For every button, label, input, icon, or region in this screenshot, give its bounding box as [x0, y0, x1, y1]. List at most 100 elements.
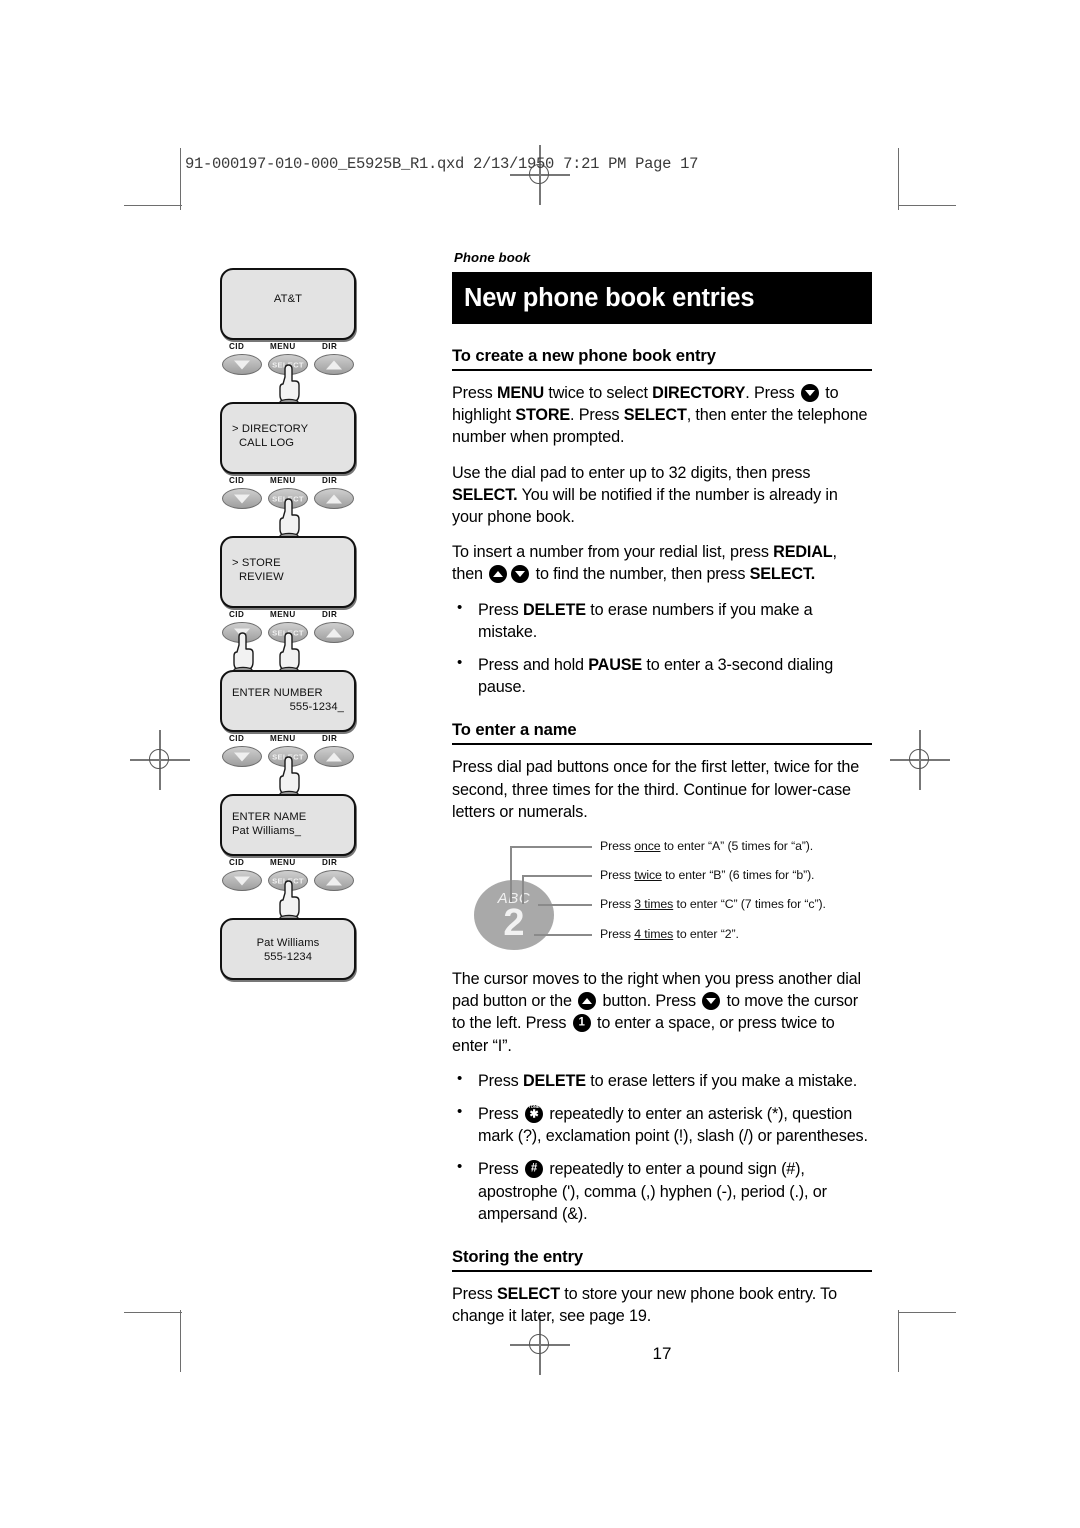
- button-label-menu: MENU: [270, 734, 296, 743]
- dir-button[interactable]: [314, 354, 354, 375]
- registration-mark-top: [510, 145, 570, 205]
- cid-button[interactable]: [222, 354, 262, 375]
- button-label-menu: MENU: [270, 476, 296, 485]
- list-item: Press DELETE to erase numbers if you mak…: [452, 598, 872, 643]
- key-store: STORE: [515, 406, 571, 425]
- paragraph-create-entry-steps: Press MENU twice to select DIRECTORY. Pr…: [452, 382, 872, 449]
- store-review-line-2: REVIEW: [239, 571, 284, 584]
- text-fragment: button. Press: [598, 992, 701, 1011]
- dir-button[interactable]: [314, 622, 354, 643]
- phone-screen-sequence: AT&T CID MENU DIR SELECT > DIRECTORY CAL…: [220, 268, 360, 980]
- pointing-hand-icon: [276, 880, 302, 922]
- key-select: SELECT: [623, 406, 687, 425]
- key-select: SELECT: [496, 1284, 560, 1303]
- button-row-2: CID MENU DIR SELECT: [220, 474, 356, 540]
- crop-mark-horizontal-right-bottom: [898, 1312, 956, 1314]
- text-fragment: Use the dial pad to enter up to 32 digit…: [452, 463, 811, 482]
- directory-menu-line-2: CALL LOG: [239, 437, 295, 450]
- paragraph-cursor-movement: The cursor moves to the right when you p…: [452, 968, 872, 1057]
- text-fragment: . Press: [570, 406, 624, 425]
- dial-key-number: 2: [503, 902, 525, 944]
- text-fragment: Press: [452, 384, 497, 403]
- text-fragment: . Press: [745, 384, 799, 403]
- key-select: SELECT.: [749, 565, 816, 584]
- text-fragment: Press: [600, 927, 635, 941]
- key-directory: DIRECTORY: [652, 384, 746, 403]
- down-arrow-key-icon: [702, 992, 721, 1011]
- crop-mark-vertical-left-bottom: [180, 1310, 182, 1372]
- dir-button[interactable]: [314, 746, 354, 767]
- crop-mark-vertical-right: [898, 148, 900, 210]
- leader-line-3-h: [538, 904, 592, 906]
- saved-entry-number: 555-1234: [263, 951, 313, 964]
- down-arrow-key-icon: [800, 384, 819, 403]
- text-fragment: Press: [478, 600, 523, 619]
- down-arrow-key-icon: [511, 565, 530, 584]
- paragraph-redial-insert: To insert a number from your redial list…: [452, 541, 872, 585]
- key-delete: DELETE: [522, 1071, 586, 1090]
- dir-button[interactable]: [314, 488, 354, 509]
- text-fragment: to erase letters if you make a mistake.: [585, 1071, 858, 1090]
- star-tone-key-icon: TONE ✱: [524, 1104, 543, 1123]
- text-fragment: Press: [600, 839, 635, 853]
- button-label-menu: MENU: [270, 342, 296, 351]
- cid-button[interactable]: [222, 746, 262, 767]
- store-review-screen: > STORE REVIEW: [220, 536, 356, 608]
- text-fragment: Press: [478, 1104, 523, 1123]
- leader-line-2-h: [522, 875, 592, 877]
- button-label-cid: CID: [229, 734, 245, 743]
- section-heading-storing-entry: Storing the entry: [452, 1246, 584, 1266]
- button-label-dir: DIR: [322, 476, 338, 485]
- leader-line-1-h: [510, 846, 592, 848]
- paragraph-dial-pad-digits: Use the dial pad to enter up to 32 digit…: [452, 462, 872, 529]
- section-heading-enter-name: To enter a name: [452, 720, 577, 740]
- key-redial: REDIAL: [773, 543, 833, 562]
- pound-key-glyph: #: [530, 1162, 538, 1175]
- button-row-3: CID MENU DIR SELECT: [220, 608, 356, 674]
- saved-entry-screen: Pat Williams 555-1234: [220, 918, 356, 980]
- key-delete: DELETE: [522, 600, 586, 619]
- text-fragment: Press: [600, 897, 635, 911]
- enter-name-screen: ENTER NAME Pat Williams_: [220, 794, 356, 856]
- text-fragment: Press and hold: [478, 655, 589, 674]
- section-divider: [452, 369, 872, 372]
- store-review-line-1: > STORE: [232, 557, 281, 569]
- button-row-5: CID MENU DIR SELECT: [220, 856, 356, 922]
- text-fragment: twice to select: [544, 384, 653, 403]
- key-menu: MENU: [496, 384, 545, 403]
- bullet-list-number-editing: Press DELETE to erase numbers if you mak…: [452, 598, 872, 699]
- paragraph-storing-entry: Press SELECT to store your new phone boo…: [452, 1283, 872, 1327]
- saved-entry-name: Pat Williams: [256, 937, 320, 949]
- list-item: Press # repeatedly to enter a pound sign…: [452, 1157, 872, 1225]
- up-arrow-key-icon: [578, 992, 597, 1011]
- callout-label-3: Press 3 times to enter “C” (7 times for …: [600, 897, 826, 911]
- key-pause: PAUSE: [588, 655, 643, 674]
- cid-button[interactable]: [222, 488, 262, 509]
- up-arrow-key-icon: [489, 565, 508, 584]
- cid-button[interactable]: [222, 870, 262, 891]
- callout-label-1: Press once to enter “A” (5 times for “a”…: [600, 839, 813, 853]
- pointing-hand-icon: [276, 498, 302, 540]
- crop-mark-horizontal-left: [124, 205, 182, 207]
- text-fragment: to enter “C” (7 times for “c”).: [673, 897, 826, 911]
- dial-key-callout-diagram: ABC 2 Press once to enter “A” (5 times f…: [452, 836, 872, 954]
- button-row-4: CID MENU DIR SELECT: [220, 732, 356, 798]
- emphasis: 4 times: [634, 927, 674, 941]
- dir-button[interactable]: [314, 870, 354, 891]
- button-label-cid: CID: [229, 610, 245, 619]
- leader-line-1: [510, 846, 512, 902]
- running-head: Phone book: [454, 250, 531, 265]
- button-label-dir: DIR: [322, 610, 338, 619]
- button-label-cid: CID: [229, 342, 245, 351]
- enter-name-value: Pat Williams_: [232, 825, 302, 838]
- list-item: Press DELETE to erase letters if you mak…: [452, 1069, 872, 1092]
- list-item: Press TONE✱ repeatedly to enter an aster…: [452, 1102, 872, 1147]
- key-select: SELECT.: [452, 485, 518, 504]
- crop-mark-horizontal-left-bottom: [124, 1312, 182, 1314]
- crop-mark-horizontal-right: [898, 205, 956, 207]
- text-fragment: Press: [600, 868, 635, 882]
- pointing-hand-icon: [230, 632, 256, 674]
- enter-number-value: 555-1234_: [289, 701, 344, 714]
- pound-key-icon: #: [524, 1160, 543, 1179]
- section-divider: [452, 743, 872, 746]
